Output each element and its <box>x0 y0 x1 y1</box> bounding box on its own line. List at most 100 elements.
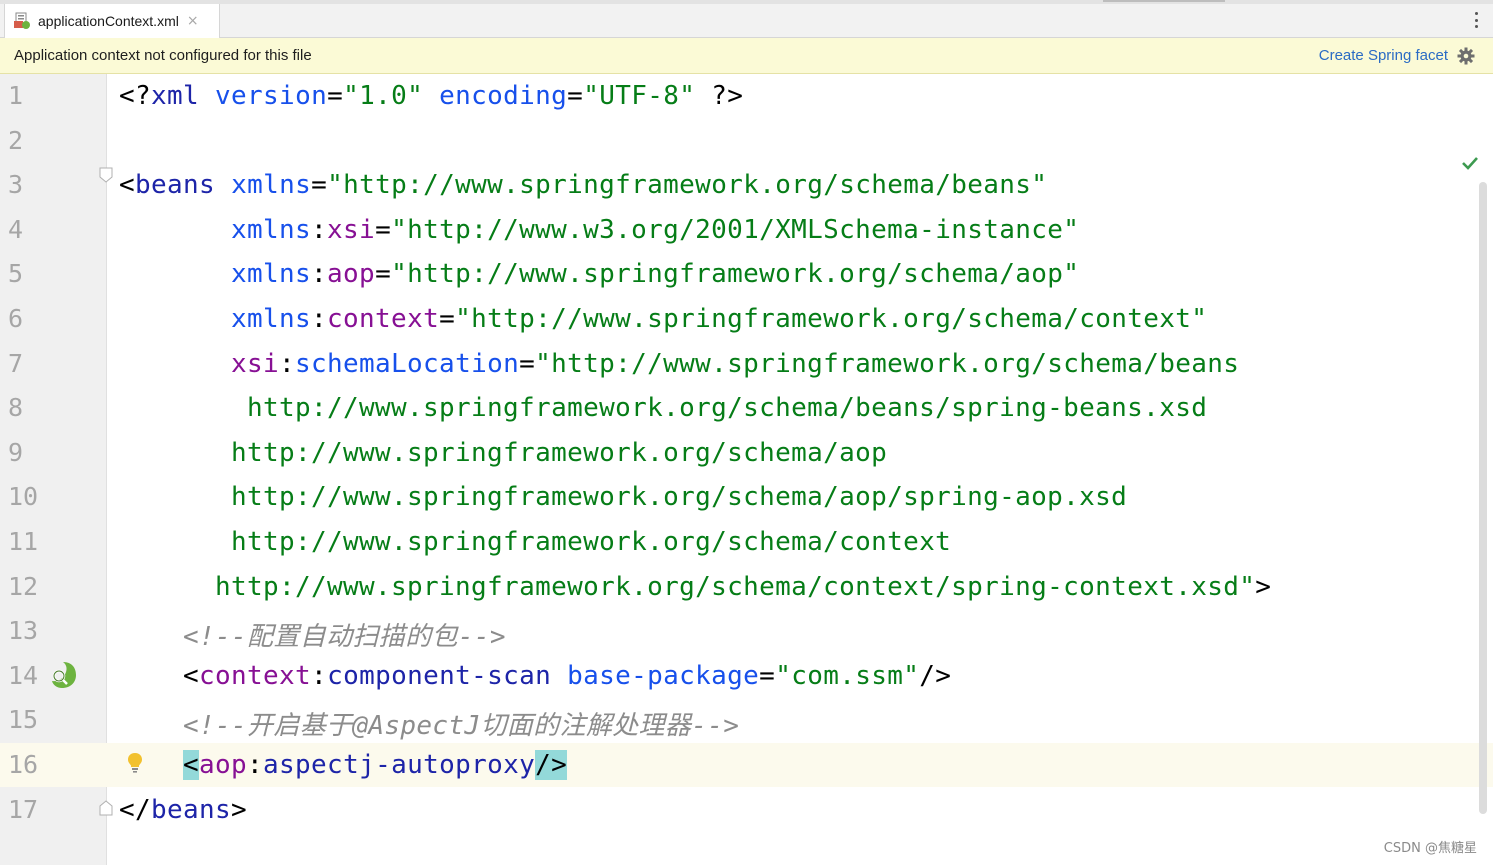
code-token: "http://www.springframework.org/schema/a… <box>391 259 1080 290</box>
code-line[interactable]: 5 xmlns:aop="http://www.springframework.o… <box>0 252 1493 296</box>
code-line[interactable]: 13 <!--配置自动扫描的包--> <box>0 609 1493 653</box>
code-line[interactable]: 11 http://www.springframework.org/schema/… <box>0 520 1493 564</box>
code-text: http://www.springframework.org/schema/co… <box>215 572 1271 602</box>
code-token: context <box>199 660 312 691</box>
code-line[interactable]: 6 xmlns:context="http://www.springframewo… <box>0 297 1493 341</box>
line-number-cell[interactable]: 11 <box>0 520 107 564</box>
code-token: /> <box>535 750 568 780</box>
code-token: = <box>759 660 776 691</box>
code-line[interactable]: 14 <context:component-scan base-package="… <box>0 654 1493 698</box>
line-number-cell[interactable]: 13 <box>0 609 107 653</box>
line-number-cell[interactable]: 16 <box>0 743 107 787</box>
line-number: 7 <box>8 348 24 378</box>
code-token: http://www.springframework.org/schema/ao… <box>231 437 888 468</box>
code-editor[interactable]: 1 <?xml version="1.0" encoding="UTF-8" ?>… <box>0 74 1493 865</box>
line-number-cell[interactable]: 9 <box>0 431 107 475</box>
line-number-cell[interactable]: 7 <box>0 342 107 386</box>
code-text: xmlns:xsi="http://www.w3.org/2001/XMLSch… <box>231 215 1079 245</box>
line-number: 6 <box>8 304 24 333</box>
code-token: xsi <box>327 214 376 245</box>
line-number: 15 <box>8 705 39 735</box>
line-number-cell[interactable]: 5 <box>0 252 107 296</box>
code-text: xsi:schemaLocation="http://www.springfra… <box>231 349 1239 379</box>
line-number-cell[interactable]: 4 <box>0 208 107 252</box>
fold-marker-icon[interactable] <box>99 167 113 183</box>
line-number-cell[interactable]: 17 <box>0 788 107 832</box>
code-text: <!--配置自动扫描的包--> <box>183 616 506 653</box>
code-token: = <box>327 81 344 111</box>
banner-message: Application context not configured for t… <box>14 47 312 64</box>
line-number-cell[interactable]: 15 <box>0 698 107 742</box>
spring-xml-file-icon <box>13 12 31 30</box>
code-token: : <box>279 348 296 379</box>
code-token: < <box>183 660 200 691</box>
checkmark-icon[interactable] <box>1461 154 1479 172</box>
line-number: 3 <box>8 170 24 200</box>
code-line[interactable]: 3 <beans xmlns="http://www.springframewor… <box>0 163 1493 207</box>
tab-label: applicationContext.xml <box>38 13 179 29</box>
code-token: = <box>439 304 456 334</box>
line-number: 11 <box>8 527 39 556</box>
tab-application-context[interactable]: applicationContext.xml × <box>4 4 220 39</box>
code-token: : <box>311 259 328 290</box>
code-text: http://www.springframework.org/schema/be… <box>247 393 1207 423</box>
code-token: : <box>311 304 328 334</box>
editor-tab-bar: applicationContext.xml × <box>0 0 1493 39</box>
code-token: : <box>247 750 264 780</box>
code-text: xmlns:context="http://www.springframewor… <box>231 304 1207 334</box>
code-line[interactable]: 16 <aop:aspectj-autoproxy/> <box>0 743 1493 787</box>
line-number-cell[interactable]: 1 <box>0 74 107 118</box>
code-line[interactable]: 8 http://www.springframework.org/schema/b… <box>0 386 1493 430</box>
code-token: xmlns <box>231 304 312 334</box>
code-text: http://www.springframework.org/schema/ao… <box>231 438 887 468</box>
line-number: 2 <box>8 125 24 155</box>
spring-bean-search-icon[interactable] <box>48 660 78 690</box>
gear-icon[interactable] <box>1457 47 1475 65</box>
line-number-cell[interactable]: 6 <box>0 297 107 341</box>
line-number-cell[interactable]: 12 <box>0 565 107 609</box>
code-token: xsi <box>231 348 280 379</box>
code-token: = <box>375 259 392 290</box>
code-line[interactable]: 15 <!--开启基于@AspectJ切面的注解处理器--> <box>0 698 1493 742</box>
vertical-scrollbar[interactable] <box>1479 182 1487 814</box>
fold-marker-icon[interactable] <box>99 799 113 816</box>
code-token: : <box>311 214 328 245</box>
code-token: version <box>215 81 328 111</box>
line-number-cell[interactable]: 2 <box>0 119 107 163</box>
line-number-cell[interactable]: 8 <box>0 386 107 430</box>
code-token: "http://www.springframework.org/schema/b… <box>535 348 1240 379</box>
code-line[interactable]: 2 <box>0 119 1493 163</box>
create-spring-facet-link[interactable]: Create Spring facet <box>1319 47 1448 64</box>
code-token: "http://www.springframework.org/schema/b… <box>327 170 1048 201</box>
code-token: </ <box>119 794 152 825</box>
code-token: <? <box>119 81 152 111</box>
code-text: <aop:aspectj-autoproxy/> <box>183 750 568 780</box>
line-number-cell[interactable]: 10 <box>0 475 107 519</box>
code-token: > <box>1255 571 1272 602</box>
code-token: "com.ssm" <box>775 660 920 691</box>
code-token: http://www.springframework.org/schema/be… <box>247 393 1208 424</box>
line-number: 8 <box>8 393 24 423</box>
code-line[interactable]: 12 http://www.springframework.org/schema/… <box>0 565 1493 609</box>
more-options-icon[interactable] <box>1475 12 1479 28</box>
code-line[interactable]: 1 <?xml version="1.0" encoding="UTF-8" ?> <box>0 74 1493 118</box>
code-token: http://www.springframework.org/schema/co… <box>215 571 1256 602</box>
code-line[interactable]: 7 xsi:schemaLocation="http://www.springfr… <box>0 342 1493 386</box>
line-number: 10 <box>8 482 39 512</box>
code-token: xmlns <box>231 214 312 245</box>
code-token: schemaLocation <box>295 348 520 379</box>
close-icon[interactable]: × <box>187 13 199 29</box>
line-number-cell[interactable]: 3 <box>0 163 107 207</box>
code-token: xml <box>151 81 200 111</box>
code-line[interactable]: 4 xmlns:xsi="http://www.w3.org/2001/XMLSc… <box>0 208 1493 252</box>
code-line[interactable]: 10 http://www.springframework.org/schema/… <box>0 475 1493 519</box>
code-line[interactable]: 17 </beans> <box>0 788 1493 832</box>
code-line[interactable]: 9 http://www.springframework.org/schema/a… <box>0 431 1493 475</box>
lightbulb-icon[interactable] <box>127 752 143 774</box>
line-number: 9 <box>8 437 24 467</box>
code-token: xmlns <box>231 170 312 201</box>
